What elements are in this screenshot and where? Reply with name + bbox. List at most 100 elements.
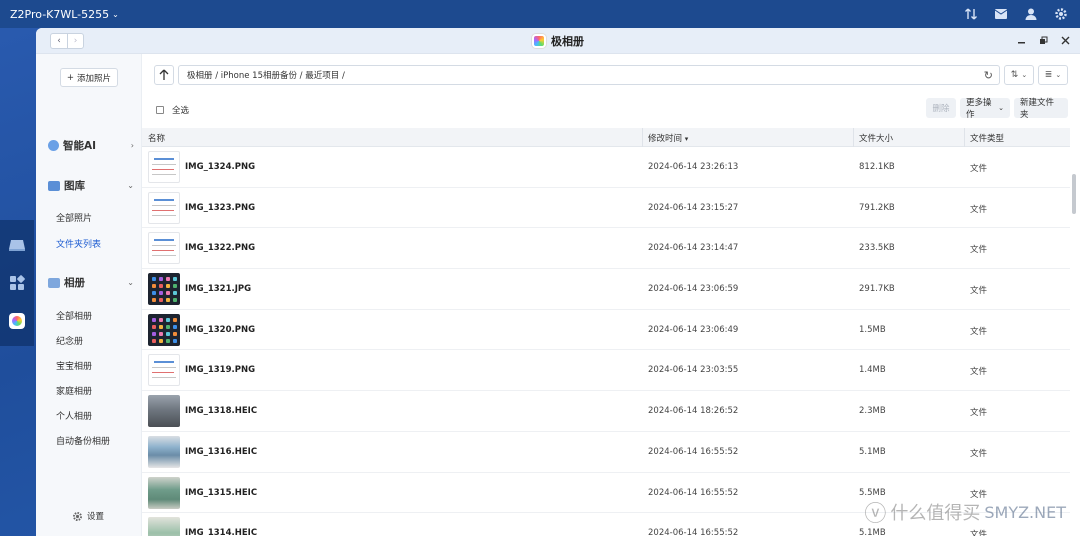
column-mtime-label: 修改时间: [648, 134, 683, 144]
user-icon[interactable]: [1022, 5, 1040, 23]
more-actions-label: 更多操作: [966, 98, 992, 120]
table-row[interactable]: IMG_1324.PNG 2024-06-14 23:26:13 812.1KB 文件: [142, 147, 1070, 188]
app-dock: [0, 220, 34, 346]
table-row[interactable]: IMG_1323.PNG 2024-06-14 23:15:27 791.2KB 文件: [142, 188, 1070, 229]
delete-button[interactable]: 删除: [926, 98, 956, 118]
file-type: 文件: [970, 448, 988, 459]
select-all[interactable]: 全选: [156, 104, 189, 116]
gear-icon: [72, 511, 83, 521]
column-divider: [642, 128, 643, 147]
device-selector[interactable]: Z2Pro-K7WL-5255 ⌄: [10, 8, 119, 21]
sidebar-section-gallery[interactable]: 图库 ⌄: [48, 178, 138, 193]
file-type: 文件: [970, 286, 988, 297]
select-all-checkbox[interactable]: [156, 106, 164, 114]
scrollbar-thumb[interactable]: [1072, 174, 1076, 214]
new-folder-button[interactable]: 新建文件夹: [1014, 98, 1068, 120]
file-thumbnail: [148, 232, 180, 265]
sidebar-section-label: 相册: [64, 277, 85, 289]
file-mtime: 2024-06-14 23:03:55: [648, 365, 739, 376]
message-icon[interactable]: [992, 5, 1010, 23]
photo-app-icon[interactable]: [7, 311, 27, 331]
file-name: IMG_1324.PNG: [185, 162, 256, 172]
restore-button[interactable]: [1038, 35, 1048, 45]
select-all-label: 全选: [172, 106, 190, 116]
file-thumbnail: [148, 435, 180, 468]
transfer-icon[interactable]: [962, 5, 980, 23]
more-actions-button[interactable]: 更多操作 ⌄: [960, 98, 1010, 120]
file-size: 791.2KB: [859, 202, 895, 213]
sidebar-section-label: 图库: [64, 180, 85, 192]
back-button[interactable]: ‹: [51, 34, 67, 48]
file-size: 5.1MB: [859, 528, 886, 536]
column-type[interactable]: 文件类型: [970, 132, 1004, 144]
column-divider: [853, 128, 854, 147]
file-size: 5.1MB: [859, 446, 886, 457]
sidebar-item-family[interactable]: 家庭相册: [56, 384, 92, 397]
file-type: 文件: [970, 530, 988, 536]
window-controls: [1016, 35, 1070, 45]
file-thumbnail: [148, 354, 180, 387]
close-button[interactable]: [1060, 35, 1070, 45]
watermark-sub: SMYZ.NET: [984, 502, 1066, 522]
path-bar[interactable]: 极相册 / iPhone 15相册备份 / 最近项目 / ↻: [178, 65, 1000, 85]
sort-desc-icon: ▾: [684, 135, 689, 143]
file-mtime: 2024-06-14 23:26:13: [648, 162, 739, 172]
file-name: IMG_1314.HEIC: [185, 528, 258, 536]
file-type: 文件: [970, 408, 988, 419]
column-name[interactable]: 名称: [148, 132, 165, 144]
chevron-down-icon: ⌄: [1055, 71, 1062, 79]
file-mtime: 2024-06-14 16:55:52: [648, 446, 739, 457]
chevron-right-icon: ›: [130, 141, 134, 150]
forward-button[interactable]: ›: [67, 34, 83, 48]
file-size: 2.3MB: [859, 406, 886, 417]
gallery-icon: [48, 180, 60, 191]
gear-icon[interactable]: [1052, 5, 1070, 23]
breadcrumb: 极相册 / iPhone 15相册备份 / 最近项目 /: [187, 71, 345, 81]
table-row[interactable]: IMG_1319.PNG 2024-06-14 23:03:55 1.4MB 文件: [142, 350, 1070, 392]
storage-icon[interactable]: [7, 235, 27, 255]
file-thumbnail: [148, 395, 180, 428]
sidebar-item-auto-backup[interactable]: 自动备份相册: [56, 434, 110, 447]
column-size[interactable]: 文件大小: [859, 132, 893, 144]
column-divider: [964, 128, 965, 147]
plus-icon: +: [66, 72, 75, 83]
file-thumbnail: [148, 191, 180, 224]
settings-button[interactable]: 设置: [72, 510, 104, 522]
file-thumbnail: [148, 517, 180, 536]
sidebar-item-personal[interactable]: 个人相册: [56, 409, 92, 422]
file-size: 233.5KB: [859, 243, 895, 254]
file-mtime: 2024-06-14 23:06:59: [648, 284, 739, 295]
table-row[interactable]: IMG_1320.PNG 2024-06-14 23:06:49 1.5MB 文件: [142, 310, 1070, 351]
sidebar-item-all-albums[interactable]: 全部相册: [56, 309, 92, 322]
table-row[interactable]: IMG_1318.HEIC 2024-06-14 18:26:52 2.3MB 文件: [142, 391, 1070, 432]
album-icon: [48, 277, 60, 288]
sidebar-section-label: 智能AI: [63, 140, 97, 152]
window-title-text: 极相册: [551, 35, 584, 48]
up-level-button[interactable]: [154, 65, 174, 85]
sidebar-item-all-photos[interactable]: 全部照片: [56, 211, 92, 224]
sidebar-item-memorial[interactable]: 纪念册: [56, 334, 83, 347]
system-top-bar: Z2Pro-K7WL-5255 ⌄: [0, 0, 1080, 28]
app-window: ‹ › 极相册 + 添加照片 智能AI › 图库 ⌄ 全部照片 文件夹列表 相册…: [36, 28, 1080, 536]
file-thumbnail: [148, 151, 180, 183]
view-mode-button[interactable]: ≣ ⌄: [1038, 65, 1068, 85]
file-type: 文件: [970, 326, 988, 337]
file-name: IMG_1315.HEIC: [185, 487, 258, 498]
sidebar-section-albums[interactable]: 相册 ⌄: [48, 275, 138, 290]
add-photo-button[interactable]: + 添加照片: [60, 68, 118, 87]
sidebar-item-baby[interactable]: 宝宝相册: [56, 359, 92, 372]
sidebar-section-ai[interactable]: 智能AI ›: [48, 138, 138, 153]
sort-button[interactable]: ⇅ ⌄: [1004, 65, 1034, 85]
chevron-down-icon: ⌄: [112, 9, 119, 19]
table-row[interactable]: IMG_1316.HEIC 2024-06-14 16:55:52 5.1MB 文件: [142, 432, 1070, 473]
table-row[interactable]: IMG_1322.PNG 2024-06-14 23:14:47 233.5KB 文件: [142, 228, 1070, 270]
sidebar-item-folder-list[interactable]: 文件夹列表: [56, 237, 101, 250]
table-row[interactable]: IMG_1321.JPG 2024-06-14 23:06:59 291.7KB 文件: [142, 269, 1070, 310]
file-mtime: 2024-06-14 16:55:52: [648, 528, 739, 536]
refresh-icon[interactable]: ↻: [984, 69, 993, 82]
minimize-button[interactable]: [1016, 35, 1026, 45]
apps-grid-icon[interactable]: [7, 273, 27, 293]
file-name: IMG_1320.PNG: [185, 324, 256, 335]
column-mtime[interactable]: 修改时间 ▾: [648, 132, 688, 144]
chevron-down-icon: ⌄: [998, 104, 1004, 112]
